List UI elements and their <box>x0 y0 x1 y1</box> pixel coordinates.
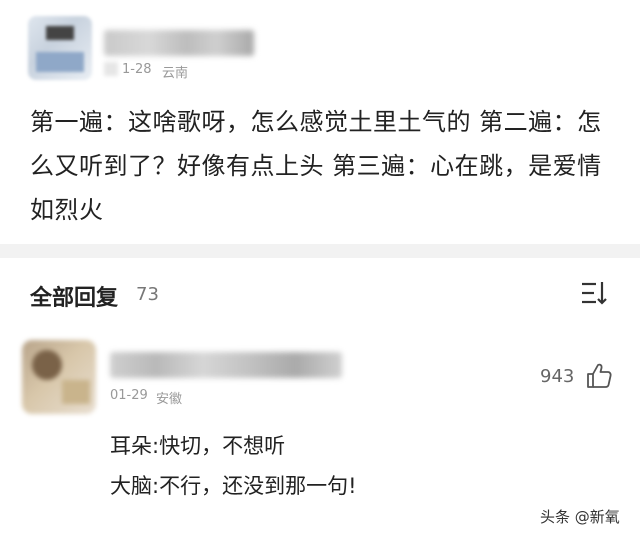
post-username-blurred[interactable] <box>104 30 254 56</box>
reply-line-brain: 大脑:不行，还没到那一句! <box>110 474 357 498</box>
reply-line-ears: 耳朵:快切，不想听 <box>110 434 286 458</box>
post-card: 1-28 云南 第一遍：这啥歌呀，怎么感觉土里土气的 第二遍：怎么又听到了？好像… <box>0 0 640 244</box>
sort-icon[interactable] <box>580 280 610 306</box>
reply-date: 01-29 <box>110 388 148 403</box>
watermark-text: 头条 @新氧 <box>540 508 620 526</box>
reply-location: 安徽 <box>156 392 183 407</box>
like-count: 943 <box>540 366 575 387</box>
reply-text: 耳朵:快切，不想听 大脑:不行，还没到那一句! <box>110 426 357 506</box>
reply-username-blurred[interactable] <box>110 352 342 378</box>
thumbs-up-icon[interactable] <box>585 362 613 390</box>
post-date: 1-28 <box>122 62 152 77</box>
reply-avatar[interactable] <box>22 340 96 414</box>
post-text: 第一遍：这啥歌呀，怎么感觉土里土气的 第二遍：怎么又听到了？好像有点上头 第三遍… <box>30 108 602 224</box>
replies-count: 73 <box>136 284 159 305</box>
post-meta-blur <box>104 62 118 76</box>
post-avatar[interactable] <box>28 16 92 80</box>
section-divider <box>0 244 640 258</box>
replies-title: 全部回复 <box>30 286 119 311</box>
replies-header: 全部回复 73 <box>0 258 640 326</box>
post-location: 云南 <box>162 66 189 81</box>
